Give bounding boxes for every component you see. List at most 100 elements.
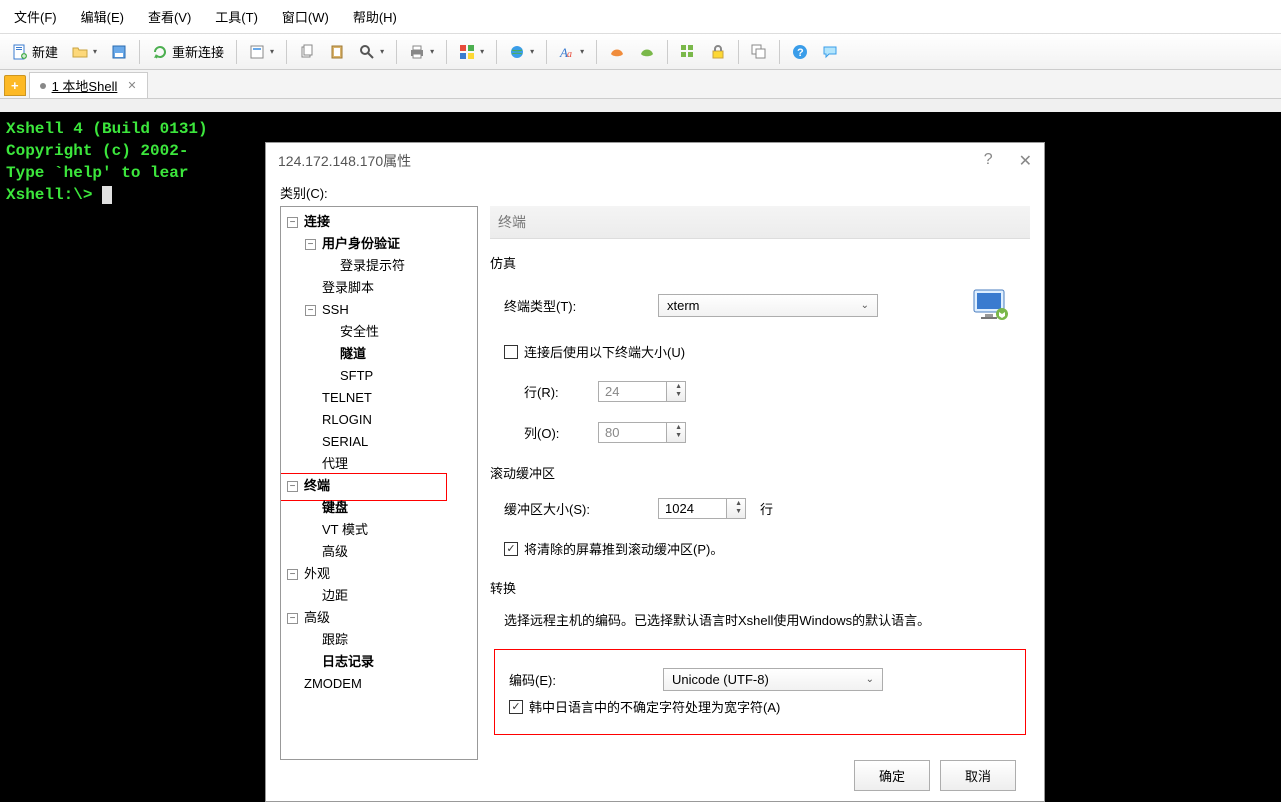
folder-open-icon (72, 44, 88, 60)
tree-logging[interactable]: 日志记录 (320, 654, 376, 669)
category-tree[interactable]: −连接 −用户身份验证 登录提示符 登录脚本 −SSH 安全性 隧道 (280, 206, 478, 760)
tree-sftp[interactable]: SFTP (338, 368, 375, 383)
section-simulation: 仿真 (490, 253, 1030, 272)
tree-auth[interactable]: 用户身份验证 (320, 236, 402, 251)
menu-tools[interactable]: 工具(T) (205, 3, 268, 30)
terminal-type-label: 终端类型(T): (504, 296, 644, 315)
cjk-wide-checkbox[interactable]: ✓ (509, 700, 523, 714)
color-button[interactable]: ▾ (453, 40, 490, 64)
cascade-button[interactable] (745, 40, 773, 64)
rows-spinner[interactable]: 24▲▼ (598, 381, 686, 402)
highlight-encoding-box: 编码(E): Unicode (UTF-8) ⌄ ✓ 韩中日语言中的不确定字符处… (494, 649, 1026, 735)
tree-collapse-icon[interactable]: − (287, 481, 298, 492)
push-cleared-checkbox[interactable]: ✓ (504, 542, 518, 556)
save-icon (111, 44, 127, 60)
tree-trace[interactable]: 跟踪 (320, 632, 350, 647)
open-button[interactable]: ▾ (66, 40, 103, 64)
menu-file[interactable]: 文件(F) (4, 3, 67, 30)
section-convert: 转换 (490, 578, 1030, 597)
cursor-icon (102, 186, 112, 204)
cols-spinner[interactable]: 80▲▼ (598, 422, 686, 443)
globe-button[interactable]: ▾ (503, 40, 540, 64)
tree-collapse-icon[interactable]: − (287, 217, 298, 228)
properties-button[interactable]: ▾ (243, 40, 280, 64)
tree-collapse-icon[interactable]: − (305, 239, 316, 250)
paste-button[interactable] (323, 40, 351, 64)
search-button[interactable]: ▾ (353, 40, 390, 64)
tree-security[interactable]: 安全性 (338, 324, 381, 339)
tree-rlogin[interactable]: RLOGIN (320, 412, 374, 427)
print-button[interactable]: ▾ (403, 40, 440, 64)
buffer-size-spinner[interactable]: 1024▲▼ (658, 498, 746, 519)
svg-text:a: a (567, 49, 572, 60)
dropdown-arrow-icon: ▾ (270, 47, 274, 56)
tree-proxy[interactable]: 代理 (320, 456, 350, 471)
xftp-icon (609, 44, 625, 60)
tree-appearance[interactable]: 外观 (302, 566, 332, 581)
tree-collapse-icon[interactable]: − (305, 305, 316, 316)
cols-label: 列(O): (524, 423, 584, 442)
use-term-size-checkbox[interactable] (504, 345, 518, 359)
tree-terminal[interactable]: 终端 (302, 478, 332, 493)
dropdown-arrow-icon: ▾ (480, 47, 484, 56)
tree-ssh[interactable]: SSH (320, 302, 351, 317)
encoding-select[interactable]: Unicode (UTF-8) ⌄ (663, 668, 883, 691)
menu-window[interactable]: 窗口(W) (272, 3, 339, 30)
toolbar: 新建 ▾ 重新连接 ▾ ▾ ▾ ▾ ▾ Aa ▾ ? (0, 34, 1281, 70)
encoding-label: 编码(E): (509, 670, 649, 689)
xftp2-icon (639, 44, 655, 60)
tree-collapse-icon[interactable]: − (287, 613, 298, 624)
tab-close-button[interactable]: ✕ (127, 79, 136, 92)
cancel-button[interactable]: 取消 (940, 760, 1016, 791)
terminal-type-select[interactable]: xterm ⌄ (658, 294, 878, 317)
new-file-icon (12, 44, 28, 60)
print-icon (409, 44, 425, 60)
reconnect-icon (152, 44, 168, 60)
paste-icon (329, 44, 345, 60)
settings-panel: 终端 仿真 终端类型(T): xterm ⌄ 连接后使用以下终端大小(U) 行(… (490, 206, 1030, 760)
help-button[interactable]: ? (786, 40, 814, 64)
tree-zmodem[interactable]: ZMODEM (302, 676, 364, 691)
lock-button[interactable] (704, 40, 732, 64)
menu-view[interactable]: 查看(V) (138, 3, 201, 30)
add-tab-button[interactable]: + (4, 75, 26, 96)
tree-telnet[interactable]: TELNET (320, 390, 374, 405)
dialog-help-button[interactable]: ? (984, 151, 993, 171)
comment-button[interactable] (816, 40, 844, 64)
tree-connection[interactable]: 连接 (302, 214, 332, 229)
tree-collapse-icon[interactable]: − (287, 569, 298, 580)
tab-local-shell[interactable]: 1 本地Shell ✕ (29, 72, 148, 98)
copy-icon (299, 44, 315, 60)
tab-bar: + 1 本地Shell ✕ (0, 70, 1281, 99)
save-button[interactable] (105, 40, 133, 64)
font-button[interactable]: Aa ▾ (553, 40, 590, 64)
terminal-line: Xshell 4 (Build 0131) (6, 118, 1275, 140)
tree-margin[interactable]: 边距 (320, 588, 350, 603)
dropdown-arrow-icon: ▾ (580, 47, 584, 56)
font-icon: Aa (559, 44, 575, 60)
properties-icon (249, 44, 265, 60)
dialog-close-button[interactable]: ✕ (1019, 151, 1032, 171)
tree-vt-mode[interactable]: VT 模式 (320, 522, 370, 537)
menu-help[interactable]: 帮助(H) (343, 3, 407, 30)
tree-adv-term[interactable]: 高级 (320, 544, 350, 559)
tree-login-script[interactable]: 登录脚本 (320, 280, 376, 295)
cascade-icon (751, 44, 767, 60)
push-cleared-label: 将清除的屏幕推到滚动缓冲区(P)。 (524, 539, 723, 558)
tree-tunnel[interactable]: 隧道 (338, 346, 368, 361)
tree-serial[interactable]: SERIAL (320, 434, 370, 449)
reconnect-button[interactable]: 重新连接 (146, 38, 230, 65)
copy-button[interactable] (293, 40, 321, 64)
tree-login-prompt[interactable]: 登录提示符 (338, 258, 407, 273)
help-icon: ? (792, 44, 808, 60)
tree-advanced[interactable]: 高级 (302, 610, 332, 625)
new-button-label: 新建 (32, 42, 58, 61)
new-button[interactable]: 新建 (6, 38, 64, 65)
chevron-down-icon: ⌄ (861, 300, 869, 311)
script2-button[interactable] (633, 40, 661, 64)
ok-button[interactable]: 确定 (854, 760, 930, 791)
script-button[interactable] (603, 40, 631, 64)
tree-keyboard[interactable]: 键盘 (320, 500, 350, 515)
menu-edit[interactable]: 编辑(E) (71, 3, 134, 30)
tile-button[interactable] (674, 40, 702, 64)
